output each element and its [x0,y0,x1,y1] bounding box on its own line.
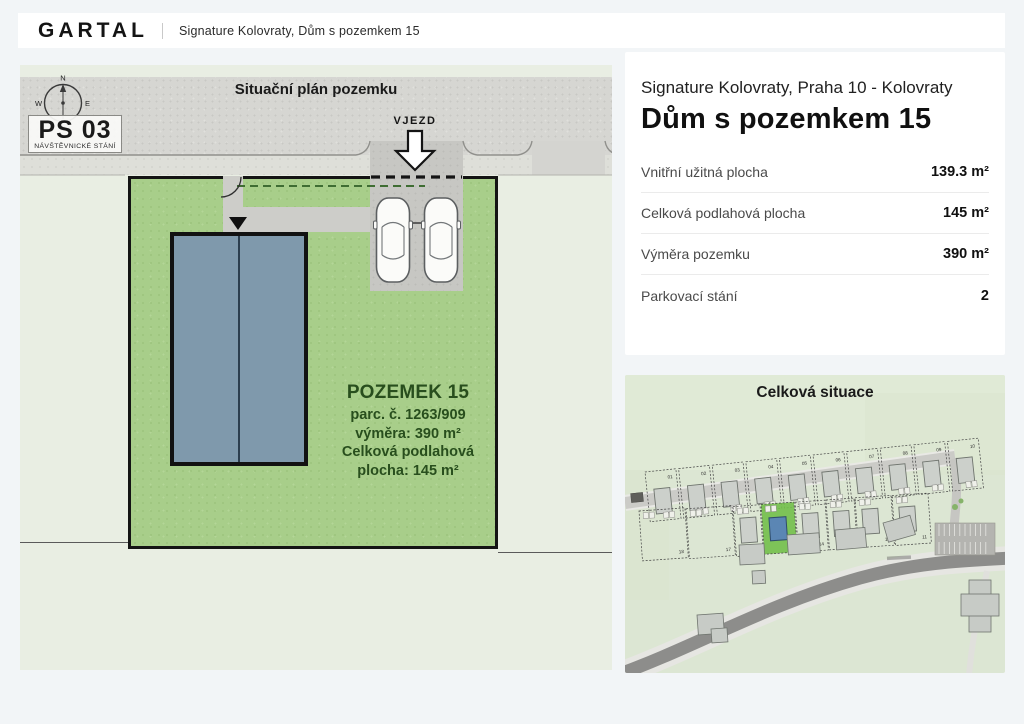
parking-pad [370,141,463,291]
svg-text:18: 18 [679,549,685,554]
plot-floor-text-1: Celková podlahová [320,443,496,462]
plot-name: POZEMEK 15 [320,381,496,406]
spec-label: Parkovací stání [641,288,738,304]
house-footprint [170,232,308,466]
svg-text:03: 03 [734,467,740,473]
svg-text:04: 04 [768,464,774,470]
property-details-card: Signature Kolovraty, Praha 10 - Kolovrat… [625,52,1005,355]
situ-parking-lot [935,523,995,555]
spec-row: Výměra pozemku 390 m² [641,234,989,275]
situation-title: Celková situace [625,384,1005,402]
svg-text:09: 09 [936,447,942,453]
spec-value: 145 m² [943,205,989,221]
spec-value: 139.3 m² [931,164,989,180]
house-divider-line [238,236,240,462]
plot-floor-text-2: plocha: 145 m² [320,462,496,481]
boundary-line-left [20,542,128,543]
svg-text:05: 05 [802,461,808,467]
project-subtitle: Signature Kolovraty, Praha 10 - Kolovrat… [641,78,989,98]
plot-info-label: POZEMEK 15 parc. č. 1263/909 výměra: 390… [320,381,496,481]
svg-text:07: 07 [869,454,875,460]
top-header: GARTAL Signature Kolovraty, Dům s pozemk… [18,13,1005,48]
spec-label: Vnitřní užitná plocha [641,164,768,180]
spec-row: Parkovací stání 2 [641,275,989,316]
situation-map: 010203040506070809101817161514131211 [625,375,1005,673]
svg-text:11: 11 [922,534,928,539]
svg-text:02: 02 [701,471,707,477]
visitor-parking-badge: PS 03 NÁVŠTĚVNICKÉ STÁNÍ [28,115,122,153]
page-title: Dům s pozemkem 15 [641,103,989,136]
spec-row: Vnitřní užitná plocha 139.3 m² [641,152,989,193]
plot-area-text: výměra: 390 m² [320,425,496,444]
neighbor-driveway [532,141,605,175]
vjezd-label: VJEZD [378,115,452,127]
svg-text:06: 06 [835,457,841,463]
plot-parcel: parc. č. 1263/909 [320,406,496,425]
spec-value: 390 m² [943,246,989,262]
spec-label: Výměra pozemku [641,246,750,262]
overall-situation-card: 010203040506070809101817161514131211 Cel… [625,375,1005,673]
spec-label: Celková podlahová plocha [641,205,805,221]
visitor-parking-label: NÁVŠTĚVNICKÉ STÁNÍ [29,143,121,150]
boundary-line-right [498,552,612,553]
svg-text:01: 01 [667,474,673,480]
walkway-horizontal [223,207,370,232]
breadcrumb: Signature Kolovraty, Dům s pozemkem 15 [179,24,420,38]
spec-list: Vnitřní užitná plocha 139.3 m² Celková pod… [641,152,989,316]
svg-text:10: 10 [970,444,976,450]
situ-building [961,580,999,632]
street-sidewalk [20,155,612,175]
header-divider [162,23,163,39]
spec-row: Celková podlahová plocha 145 m² [641,193,989,234]
svg-text:17: 17 [726,547,732,552]
gartal-logo[interactable]: GARTAL [38,19,148,43]
spec-value: 2 [981,288,989,304]
site-plan-title: Situační plán pozemku [20,81,612,98]
visitor-parking-code: PS 03 [29,117,121,143]
svg-text:08: 08 [902,450,908,456]
site-plan-panel: Situační plán pozemku [20,65,612,670]
